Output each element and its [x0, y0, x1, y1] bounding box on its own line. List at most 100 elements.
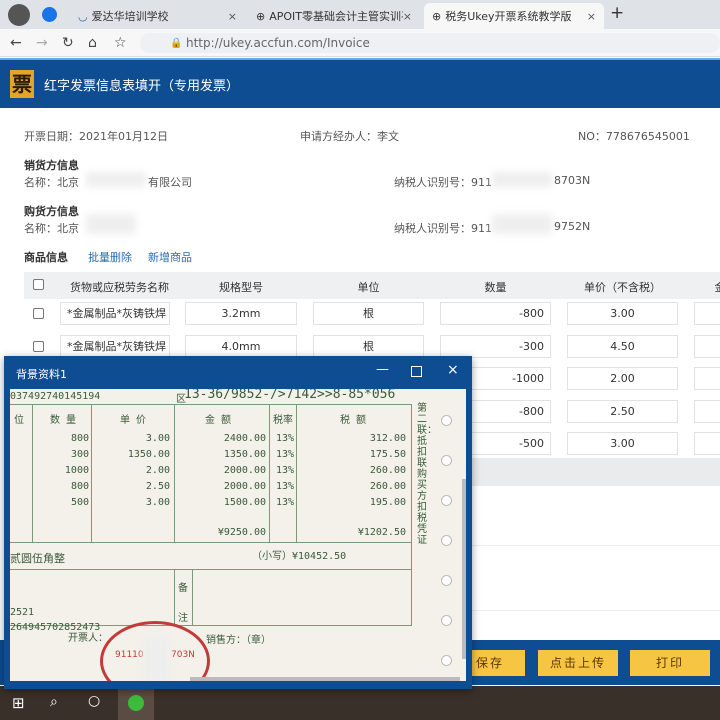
cell-price[interactable]: 3.00: [567, 302, 678, 325]
cell-amount[interactable]: [694, 399, 720, 423]
print-button[interactable]: 打印: [630, 650, 710, 676]
tab-school[interactable]: ◡ 爱达华培训学校 ×: [70, 3, 245, 29]
punch-hole: [441, 575, 452, 586]
forward-icon[interactable]: →: [36, 35, 48, 51]
invoice-cell: 2.50: [145, 481, 170, 492]
maximize-icon[interactable]: [411, 366, 422, 377]
browser-icon: [128, 695, 144, 711]
buyer-tax-label: 纳税人识别号：911: [394, 222, 492, 235]
page-header: 票 红字发票信息表填开（专用发票）: [0, 58, 720, 108]
window-titlebar[interactable]: 背景资料1 — ×: [4, 356, 472, 388]
smile-icon: ◡: [78, 9, 88, 23]
cell-amount[interactable]: [694, 367, 720, 390]
invoice-cell: 800: [70, 433, 89, 444]
table-row: *金属制品*灰铸铁焊 4.0mm 根 -300 4.50: [0, 334, 720, 359]
inv-col-header: 数 量: [50, 415, 77, 426]
invoice-cell: 500: [70, 497, 89, 508]
remark-label: 注: [178, 613, 188, 624]
invoice-cell: 1350.00: [223, 449, 266, 460]
close-icon[interactable]: ×: [587, 10, 596, 23]
cell-spec[interactable]: 4.0mm: [185, 334, 297, 358]
cell-qty[interactable]: -300: [440, 334, 551, 358]
invoice-logo: 票: [10, 70, 34, 98]
seller-tax-label: 纳税人识别号：911: [394, 176, 492, 189]
cell-amount[interactable]: [694, 302, 720, 325]
cell-name[interactable]: *金属制品*灰铸铁焊: [60, 302, 170, 325]
inv-col-header: 金 额: [205, 415, 232, 426]
inv-col-header: 单 价: [120, 415, 147, 426]
applicant-agent: 申请方经办人：李文: [300, 130, 399, 143]
invoice-cell: 13%: [275, 449, 294, 460]
close-icon[interactable]: ×: [403, 10, 412, 23]
invoice-cell: 13%: [275, 465, 294, 476]
select-all-checkbox[interactable]: [33, 279, 44, 290]
cell-price[interactable]: 2.00: [567, 367, 678, 390]
minimize-icon[interactable]: —: [376, 362, 389, 377]
bank-info: 2521: [10, 607, 35, 618]
close-icon[interactable]: ×: [228, 10, 237, 23]
issuer-label: 开票人：: [68, 633, 108, 644]
cell-amount[interactable]: [694, 334, 720, 358]
invoice-cell: 175.50: [369, 449, 406, 460]
url-input[interactable]: http://ukey.accfun.com/Invoice: [140, 33, 720, 53]
row-checkbox[interactable]: [33, 308, 44, 319]
cell-name[interactable]: *金属制品*灰铸铁焊: [60, 334, 170, 358]
globe-icon: ⊕: [256, 9, 266, 23]
tab-ukey[interactable]: ⊕ 税务Ukey开票系统教学版 ×: [424, 3, 604, 29]
punch-hole: [441, 615, 452, 626]
seller-tax-suffix: 8703N: [554, 174, 591, 187]
tab-apoit[interactable]: ⊕APOIT零基础会计主管实训平台×: [248, 3, 420, 29]
taskbar-app[interactable]: [118, 686, 154, 720]
cell-spec[interactable]: 3.2mm: [185, 302, 297, 325]
total-in-words: 贰圆伍角整: [10, 552, 65, 565]
inv-col-header: 税 额: [340, 415, 367, 426]
invoice-cell: 2.00: [145, 465, 170, 476]
close-icon[interactable]: ×: [447, 362, 459, 378]
cell-unit[interactable]: 根: [313, 302, 424, 325]
search-icon[interactable]: ⌕: [50, 694, 58, 710]
redacted: [492, 214, 552, 234]
inv-col-header: 税率: [273, 415, 293, 426]
redacted: [86, 214, 136, 234]
upload-button[interactable]: 点击上传: [538, 650, 618, 676]
cell-price[interactable]: 2.50: [567, 399, 678, 423]
cell-qty[interactable]: -800: [440, 302, 551, 325]
horizontal-scrollbar[interactable]: [190, 677, 460, 681]
seller-name-suffix: 有限公司: [148, 176, 192, 189]
invoice-cell: 13%: [275, 481, 294, 492]
cell-unit[interactable]: 根: [313, 334, 424, 358]
profile-avatar[interactable]: [8, 4, 30, 26]
add-goods-link[interactable]: 新增商品: [148, 249, 192, 265]
grand-total: ¥10452.50: [292, 551, 347, 562]
address-bar-row: ← → ↻ ⌂ ☆ http://ukey.accfun.com/Invoice…: [0, 29, 720, 57]
invoice-image: 0374927401451​94 区 13-36/9852-/>7142>>8-…: [10, 389, 466, 681]
task-view-icon[interactable]: ○: [88, 693, 100, 709]
invoice-cell: 3.00: [145, 497, 170, 508]
workspace-icon[interactable]: [42, 7, 57, 22]
red-seal-stamp: 91110 703N: [100, 621, 210, 681]
windows-start-icon[interactable]: ⊞: [12, 694, 25, 712]
home-icon[interactable]: ⌂: [88, 35, 97, 51]
row-checkbox[interactable]: [33, 340, 44, 352]
cell-price[interactable]: 3.00: [567, 432, 678, 455]
invoice-cell: 195.00: [369, 497, 406, 508]
invoice-cell: 3.00: [145, 433, 170, 444]
cell-price[interactable]: 4.50: [567, 334, 678, 358]
seller-name-prefix: 名称：北京: [24, 176, 79, 189]
back-icon[interactable]: ←: [10, 35, 22, 51]
favorites-icon[interactable]: ☆: [114, 35, 127, 51]
insecure-lock-icon: 🔒: [170, 38, 183, 49]
punch-hole: [441, 535, 452, 546]
punch-hole: [441, 495, 452, 506]
invoice-cell: 2000.00: [223, 465, 266, 476]
vertical-scrollbar[interactable]: [462, 479, 466, 659]
cell-amount[interactable]: [694, 432, 720, 455]
buyer-tax-suffix: 9752N: [554, 220, 591, 233]
copy-label: 第二联：抵扣联 购买方扣税凭证: [417, 403, 437, 546]
new-tab-button[interactable]: +: [610, 3, 624, 23]
buyer-name-prefix: 名称：北京: [24, 222, 79, 235]
reload-icon[interactable]: ↻: [62, 35, 74, 51]
invoice-cell: 312.00: [369, 433, 406, 444]
batch-delete-link[interactable]: 批量删除: [88, 249, 132, 265]
invoice-code: 0374927401451​94: [10, 391, 101, 402]
